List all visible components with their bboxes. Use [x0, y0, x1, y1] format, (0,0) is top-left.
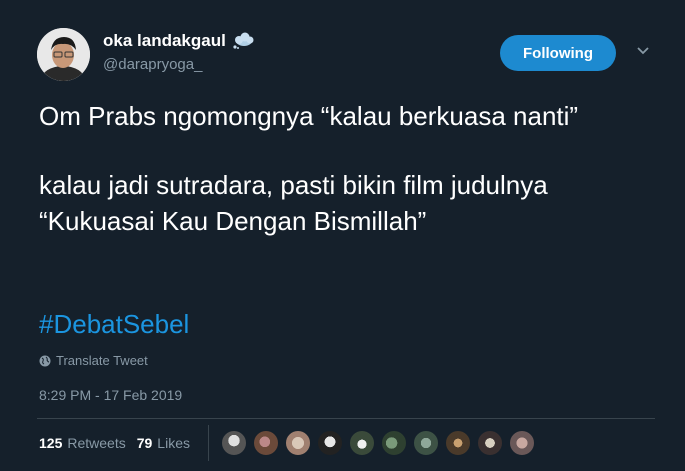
- divider: [208, 425, 209, 461]
- tweet-stats: 125 Retweets 79 Likes: [39, 435, 201, 451]
- tweet-text-paragraph: kalau jadi sutradara, pasti bikin film j…: [39, 170, 548, 236]
- translate-tweet-link[interactable]: Translate Tweet: [39, 353, 148, 368]
- liker-avatar[interactable]: [221, 430, 247, 456]
- tweet-timestamp[interactable]: 8:29 PM - 17 Feb 2019: [39, 387, 182, 403]
- liker-avatar[interactable]: [381, 430, 407, 456]
- liker-avatar[interactable]: [477, 430, 503, 456]
- hashtag-link[interactable]: #DebatSebel: [39, 309, 189, 340]
- liker-avatar[interactable]: [285, 430, 311, 456]
- display-name[interactable]: oka landakgaul: [103, 31, 226, 51]
- following-button[interactable]: Following: [500, 35, 616, 71]
- avatar[interactable]: [37, 28, 90, 81]
- chevron-down-icon[interactable]: [636, 46, 650, 56]
- likes-label[interactable]: Likes: [157, 435, 190, 451]
- liker-avatar[interactable]: [509, 430, 535, 456]
- translate-label: Translate Tweet: [56, 353, 148, 368]
- cloud-icon: [233, 32, 254, 49]
- liker-avatar[interactable]: [445, 430, 471, 456]
- retweets-count[interactable]: 125: [39, 435, 62, 451]
- tweet-text: Om Prabs ngomongnya “kalau berkuasa nant…: [39, 98, 659, 239]
- globe-icon: [39, 355, 51, 366]
- divider: [37, 418, 655, 419]
- avatar-image: [37, 28, 90, 81]
- liker-avatar[interactable]: [317, 430, 343, 456]
- liker-avatar[interactable]: [349, 430, 375, 456]
- liker-avatars: [221, 430, 541, 456]
- user-handle[interactable]: @darapryoga_: [103, 56, 202, 73]
- retweets-label[interactable]: Retweets: [67, 435, 125, 451]
- tweet-text-paragraph: Om Prabs ngomongnya “kalau berkuasa nant…: [39, 101, 579, 131]
- likes-count[interactable]: 79: [137, 435, 153, 451]
- liker-avatar[interactable]: [253, 430, 279, 456]
- liker-avatar[interactable]: [413, 430, 439, 456]
